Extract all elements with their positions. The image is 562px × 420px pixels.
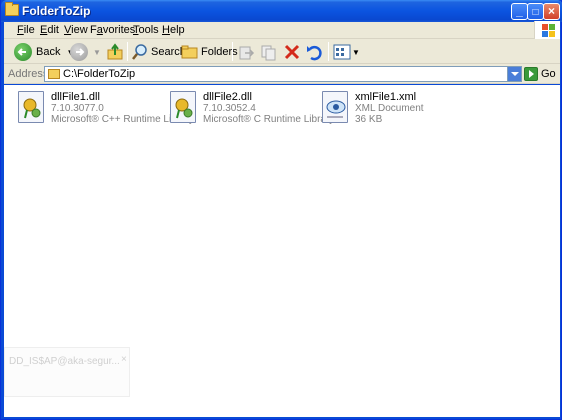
file-name: xmlFile1.xml [355, 91, 417, 103]
file-list[interactable]: dllFile1.dll 7.10.3077.0 Microsoft® C++ … [4, 85, 560, 417]
address-bar: Address C:\FolderToZip Go [4, 64, 560, 84]
address-path: C:\FolderToZip [63, 68, 136, 80]
search-icon [132, 44, 147, 60]
up-folder-button[interactable] [106, 42, 124, 62]
delete-icon [284, 44, 300, 60]
file-item[interactable]: xmlFile1.xml XML Document 36 KB [314, 89, 464, 129]
back-button[interactable]: Back ▼ [14, 42, 74, 62]
maximize-button[interactable]: □ [527, 3, 544, 20]
minimize-button[interactable]: _ [511, 3, 528, 20]
dll-icon [170, 91, 196, 123]
explorer-window: FolderToZip _ □ × File Edit View Favorit… [0, 0, 562, 420]
views-dropdown-icon[interactable]: ▼ [352, 48, 360, 57]
menu-view[interactable]: View [64, 24, 88, 36]
address-label: Address [8, 68, 49, 80]
toolbar-separator [328, 42, 329, 61]
move-to-button[interactable] [237, 42, 255, 62]
faded-notification: DD_IS$AP@aka-segur... × [4, 347, 130, 397]
file-type: XML Document [355, 103, 424, 114]
search-button[interactable]: Search [131, 42, 186, 62]
file-item[interactable]: dllFile2.dll 7.10.3052.4 Microsoft® C Ru… [162, 89, 334, 129]
menu-favorites[interactable]: Favorites [90, 24, 135, 36]
folder-icon [5, 2, 19, 16]
folders-icon [181, 45, 198, 59]
xml-icon [322, 91, 348, 123]
menu-tools[interactable]: Tools [133, 24, 159, 36]
toolbar: Back ▼ ▼ Search Folders [4, 39, 560, 64]
undo-icon [307, 45, 322, 61]
views-icon [333, 44, 351, 60]
file-name: dllFile2.dll [203, 91, 252, 103]
delete-button[interactable] [283, 42, 301, 62]
move-to-icon [239, 46, 255, 60]
back-arrow-icon [14, 43, 32, 61]
close-icon[interactable]: × [121, 354, 127, 365]
forward-dropdown-icon[interactable]: ▼ [93, 48, 101, 57]
up-folder-icon [107, 43, 123, 60]
go-button[interactable]: Go [541, 68, 556, 80]
address-input[interactable]: C:\FolderToZip [44, 66, 522, 82]
dll-icon [18, 91, 44, 123]
file-item[interactable]: dllFile1.dll 7.10.3077.0 Microsoft® C++ … [10, 89, 194, 129]
menu-bar: File Edit View Favorites Tools Help [4, 21, 560, 39]
window-title: FolderToZip [22, 4, 91, 18]
toolbar-separator [127, 42, 128, 61]
notification-text: DD_IS$AP@aka-segur... [9, 356, 120, 367]
menu-edit[interactable]: Edit [40, 24, 59, 36]
toolbar-separator [232, 42, 233, 61]
file-name: dllFile1.dll [51, 91, 100, 103]
title-bar[interactable]: FolderToZip _ □ × [1, 0, 562, 22]
address-dropdown-button[interactable] [507, 67, 521, 81]
forward-arrow-icon [70, 43, 88, 61]
file-version: 7.10.3052.4 [203, 103, 256, 114]
folder-icon [48, 69, 60, 79]
go-arrow-icon[interactable] [524, 67, 538, 81]
windows-logo-icon [534, 21, 560, 39]
views-button[interactable]: ▼ [333, 42, 360, 62]
forward-button[interactable]: ▼ [70, 42, 101, 62]
file-size: 36 KB [355, 114, 383, 125]
undo-button[interactable] [305, 42, 323, 62]
close-button[interactable]: × [543, 3, 560, 20]
copy-to-button[interactable] [260, 42, 278, 62]
copy-to-icon [261, 45, 276, 61]
folders-button[interactable]: Folders [181, 42, 238, 62]
menu-file[interactable]: File [17, 24, 35, 36]
menu-help[interactable]: Help [162, 24, 185, 36]
file-version: 7.10.3077.0 [51, 103, 104, 114]
